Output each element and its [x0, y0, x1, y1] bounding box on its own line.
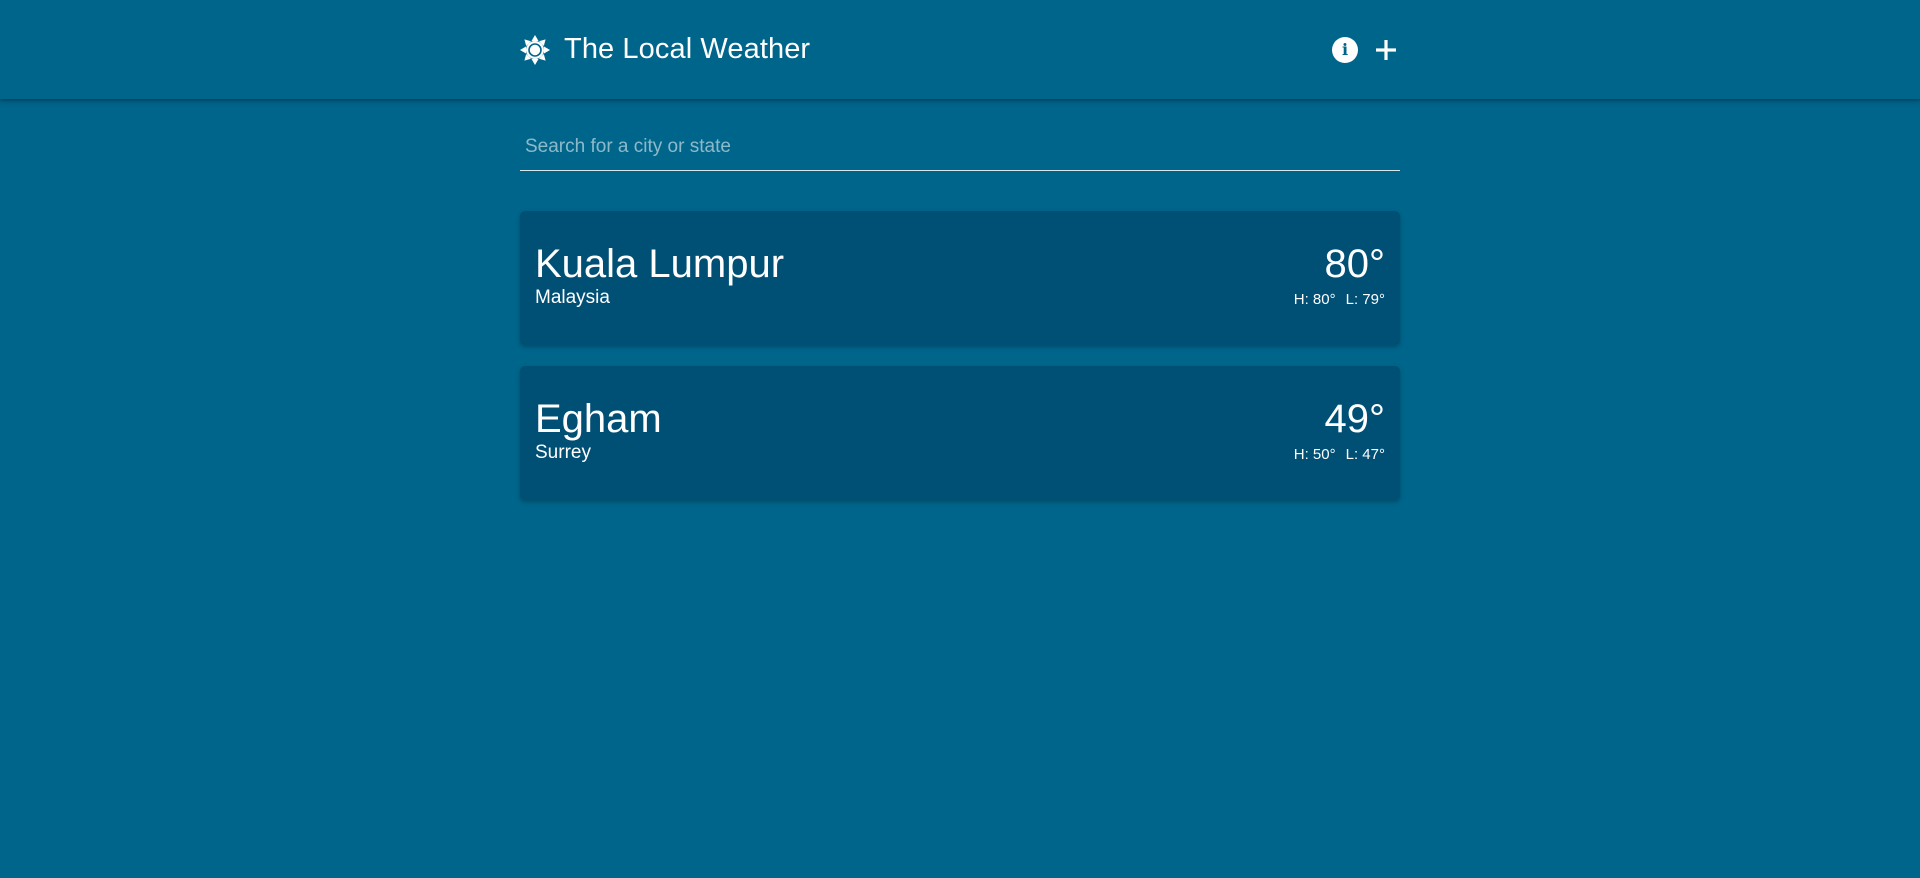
current-temperature: 49° [1324, 397, 1386, 441]
region-name: Surrey [535, 442, 591, 463]
top-bar-content: The Local Weather i [520, 0, 1400, 99]
location-info: Kuala Lumpur Malaysia [535, 241, 784, 309]
low-temperature: L: 47° [1345, 446, 1385, 463]
temperature-info: 49° H: 50° L: 47° [1294, 396, 1385, 463]
city-name: Egham [535, 397, 662, 441]
high-temperature: H: 80° [1293, 291, 1336, 308]
high-low: H: 80° L: 79° [1294, 291, 1385, 308]
temperature-info: 80° H: 80° L: 79° [1294, 241, 1385, 308]
location-card[interactable]: Egham Surrey 49° H: 50° L: 47° [520, 366, 1400, 500]
app-title: The Local Weather [564, 33, 811, 65]
top-bar: The Local Weather i [0, 0, 1920, 99]
high-low: H: 50° L: 47° [1294, 446, 1385, 463]
low-temperature: L: 79° [1345, 291, 1385, 308]
info-icon[interactable]: i [1332, 36, 1358, 63]
current-temperature: 80° [1324, 242, 1386, 286]
search-input[interactable] [520, 120, 1400, 169]
high-temperature: H: 50° [1293, 446, 1336, 463]
location-list: Kuala Lumpur Malaysia 80° H: 80° L: 79° E… [520, 211, 1400, 521]
location-card[interactable]: Kuala Lumpur Malaysia 80° H: 80° L: 79° [520, 211, 1400, 345]
location-info: Egham Surrey [535, 396, 662, 464]
search-field [520, 120, 1400, 171]
plus-icon[interactable] [1372, 36, 1400, 64]
city-name: Kuala Lumpur [535, 242, 785, 286]
region-name: Malaysia [535, 287, 610, 308]
sun-icon [520, 34, 550, 65]
header-actions: i [1332, 36, 1400, 64]
